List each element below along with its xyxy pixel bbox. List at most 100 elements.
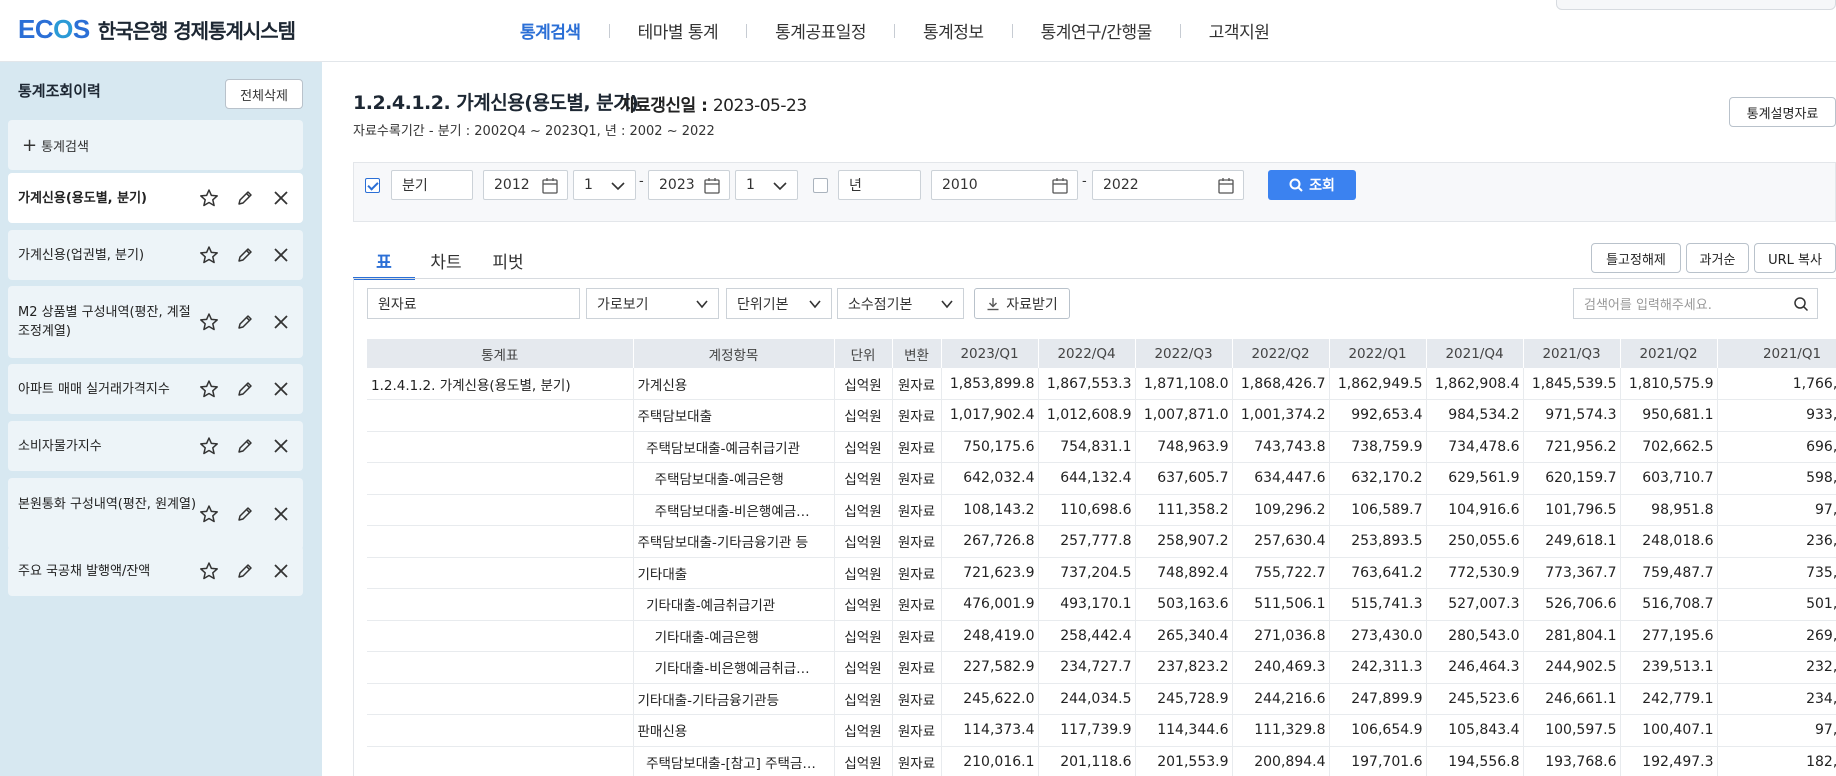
site-logo[interactable]: ECOS 한국은행 경제통계시스템 bbox=[18, 14, 296, 45]
value-cell: 242,779.1 bbox=[1620, 683, 1718, 715]
value-cell: 100,597.5 bbox=[1523, 714, 1621, 747]
close-icon[interactable] bbox=[271, 379, 291, 399]
star-icon[interactable] bbox=[199, 379, 219, 399]
unit-cell: 십억원 bbox=[834, 746, 893, 776]
history-item[interactable]: 본원통화 구성내역(평잔, 원계열) bbox=[8, 478, 303, 550]
edit-pencil-icon[interactable] bbox=[235, 312, 255, 332]
quarter-range-dash: - bbox=[639, 174, 644, 189]
layout-select[interactable]: 가로보기 bbox=[586, 288, 719, 319]
value-cell: 265,340.4 bbox=[1135, 620, 1233, 652]
top-utility-tab[interactable] bbox=[1556, 0, 1836, 10]
table-row: 1.2.4.1.2. 가계신용(용도별, 분기) 가계신용 십억원 원자료 1,853,… bbox=[367, 368, 1836, 400]
value-cell: 197,701.6 bbox=[1329, 746, 1427, 776]
add-stat-search-button[interactable]: + 통계검색 bbox=[8, 120, 303, 170]
nav-stat-info[interactable]: 통계정보 bbox=[923, 18, 984, 43]
value-cell: 236,801 bbox=[1717, 525, 1836, 558]
search-icon bbox=[1794, 297, 1809, 312]
history-item[interactable]: 가계신용(용도별, 분기) bbox=[8, 173, 303, 223]
stat-table-cell bbox=[367, 588, 634, 621]
star-icon[interactable] bbox=[199, 436, 219, 456]
close-icon[interactable] bbox=[271, 561, 291, 581]
value-cell: 110,698.6 bbox=[1038, 494, 1136, 526]
value-cell: 280,543.0 bbox=[1426, 620, 1524, 652]
history-item-label: 가계신용(업권별, 분기) bbox=[18, 247, 145, 263]
query-button[interactable]: 조회 bbox=[1268, 170, 1356, 200]
star-icon[interactable] bbox=[199, 245, 219, 265]
unit-select[interactable]: 단위기본 bbox=[726, 288, 832, 319]
history-item[interactable]: 가계신용(업권별, 분기) bbox=[8, 230, 303, 280]
value-cell: 950,681.1 bbox=[1620, 399, 1718, 432]
value-cell: 246,464.3 bbox=[1426, 651, 1524, 684]
value-cell: 1,871,108.0 bbox=[1135, 368, 1233, 400]
value-cell: 632,170.2 bbox=[1329, 462, 1427, 495]
chronological-order-button[interactable]: 과거순 bbox=[1686, 243, 1749, 273]
decimal-select[interactable]: 소수점기본 bbox=[837, 288, 964, 319]
history-item[interactable]: 소비자물가지수 bbox=[8, 421, 303, 471]
edit-pencil-icon[interactable] bbox=[235, 436, 255, 456]
download-button[interactable]: 자료받기 bbox=[974, 288, 1070, 319]
url-copy-button[interactable]: URL 복사 bbox=[1754, 243, 1836, 273]
quarter-checkbox[interactable] bbox=[365, 178, 380, 193]
year-checkbox[interactable] bbox=[813, 178, 828, 193]
history-item[interactable]: 주요 국공채 발행액/잔액 bbox=[8, 546, 303, 596]
nav-theme-stats[interactable]: 테마별 통계 bbox=[638, 18, 719, 43]
value-cell: 984,534.2 bbox=[1426, 399, 1524, 432]
history-item[interactable]: 아파트 매매 실거래가격지수 bbox=[8, 364, 303, 414]
edit-pencil-icon[interactable] bbox=[235, 504, 255, 524]
calendar-icon bbox=[542, 178, 558, 194]
quarter-end-select[interactable]: 1 bbox=[735, 170, 798, 200]
close-icon[interactable] bbox=[271, 436, 291, 456]
quarter-end-year[interactable]: 2023 bbox=[648, 170, 730, 200]
unit-cell: 십억원 bbox=[834, 368, 893, 400]
value-cell: 1,845,539.5 bbox=[1523, 368, 1621, 400]
star-icon[interactable] bbox=[199, 504, 219, 524]
value-cell: 1,867,553.3 bbox=[1038, 368, 1136, 400]
chevron-down-icon bbox=[941, 300, 953, 309]
calendar-icon bbox=[1052, 178, 1068, 194]
star-icon[interactable] bbox=[199, 561, 219, 581]
close-icon[interactable] bbox=[271, 504, 291, 524]
value-cell: 1,862,949.5 bbox=[1329, 368, 1427, 400]
star-icon[interactable] bbox=[199, 312, 219, 332]
data-grid: 통계표 계정항목 단위 변환 2023/Q1 2022/Q4 2022/Q3 2022/Q2 2… bbox=[367, 339, 1836, 776]
close-icon[interactable] bbox=[271, 188, 291, 208]
ecos-logo-mark: ECOS bbox=[18, 14, 90, 44]
history-item-label: 가계신용(용도별, 분기) bbox=[18, 190, 147, 206]
value-cell: 257,777.8 bbox=[1038, 525, 1136, 558]
star-icon[interactable] bbox=[199, 188, 219, 208]
edit-pencil-icon[interactable] bbox=[235, 245, 255, 265]
unfreeze-button[interactable]: 틀고정해제 bbox=[1591, 243, 1681, 273]
value-cell: 267,726.8 bbox=[941, 525, 1039, 558]
stat-table-cell bbox=[367, 525, 634, 558]
value-cell: 250,055.6 bbox=[1426, 525, 1524, 558]
site-title: 한국은행 경제통계시스템 bbox=[97, 19, 296, 43]
column-header: 2022/Q2 bbox=[1232, 339, 1330, 368]
quarter-start-year[interactable]: 2012 bbox=[483, 170, 568, 200]
tab-table[interactable]: 표 bbox=[353, 244, 415, 280]
quarter-start-select[interactable]: 1 bbox=[573, 170, 636, 200]
close-icon[interactable] bbox=[271, 312, 291, 332]
table-search-input[interactable]: 검색어를 입력해주세요. bbox=[1573, 288, 1818, 319]
table-row: 기타대출-비은행예금취급… 십억원 원자료 227,582.9 234,727.7 237… bbox=[367, 651, 1836, 684]
chevron-down-icon bbox=[773, 182, 787, 191]
edit-pencil-icon[interactable] bbox=[235, 561, 255, 581]
tab-pivot[interactable]: 피벗 bbox=[477, 244, 539, 280]
stat-table-cell bbox=[367, 746, 634, 776]
nav-research[interactable]: 통계연구/간행물 bbox=[1041, 18, 1153, 43]
nav-stat-search[interactable]: 통계검색 bbox=[520, 18, 581, 43]
data-type-field: 원자료 bbox=[367, 288, 580, 319]
close-icon[interactable] bbox=[271, 245, 291, 265]
year-end-field[interactable]: 2022 bbox=[1092, 170, 1244, 200]
nav-support[interactable]: 고객지원 bbox=[1209, 18, 1270, 43]
tab-chart[interactable]: 차트 bbox=[415, 244, 477, 280]
nav-release-schedule[interactable]: 통계공표일정 bbox=[775, 18, 866, 43]
edit-pencil-icon[interactable] bbox=[235, 188, 255, 208]
delete-all-button[interactable]: 전체삭제 bbox=[225, 79, 303, 109]
unit-cell: 십억원 bbox=[834, 462, 893, 495]
year-start-field[interactable]: 2010 bbox=[931, 170, 1078, 200]
history-item[interactable]: M2 상품별 구성내역(평잔, 계절조정계열) bbox=[8, 286, 303, 358]
stat-description-button[interactable]: 통계설명자료 bbox=[1729, 97, 1836, 127]
unit-cell: 십억원 bbox=[834, 399, 893, 432]
edit-pencil-icon[interactable] bbox=[235, 379, 255, 399]
value-cell: 629,561.9 bbox=[1426, 462, 1524, 495]
